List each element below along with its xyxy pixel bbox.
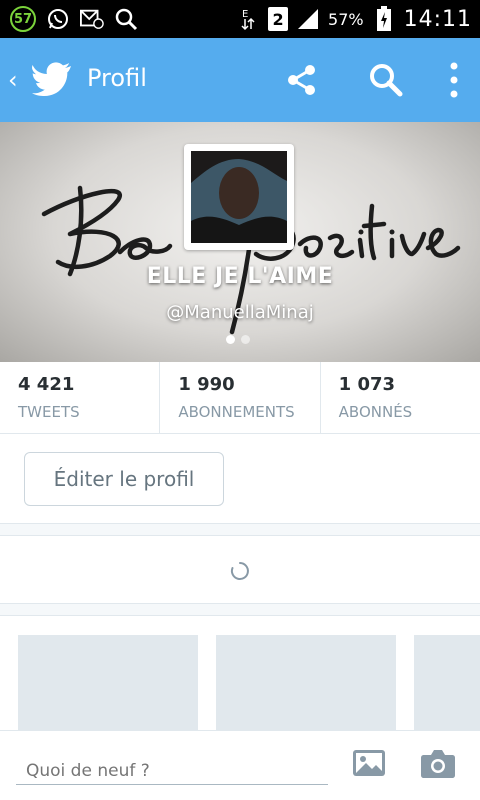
profile-avatar[interactable]: [184, 144, 294, 250]
search-icon: [114, 7, 138, 31]
image-icon: [353, 750, 385, 776]
add-photo-button[interactable]: [352, 749, 386, 779]
status-bar-right: E 2 57% 14:11: [236, 5, 472, 33]
screen: 57 E 2 57% 14:11 ‹ Profil ELLE JE L'AIME…: [0, 0, 480, 800]
loading-card: [0, 536, 480, 604]
stat-count: 1 073: [338, 374, 396, 395]
notification-count-badge: 57: [10, 6, 36, 32]
edit-profile-button[interactable]: Éditer le profil: [24, 452, 224, 506]
battery-charging-icon: [372, 6, 396, 31]
svg-text:E: E: [242, 9, 248, 20]
whatsapp-icon: [46, 7, 70, 31]
profile-name: ELLE JE L'AIME: [146, 264, 334, 289]
stat-label: ABONNEMENTS: [178, 403, 295, 421]
stat-label: ABONNÉS: [338, 403, 413, 421]
stat-following[interactable]: 1 990 ABONNEMENTS: [160, 362, 321, 433]
profile-header-banner: ELLE JE L'AIME @ManuellaMinaj: [0, 122, 480, 362]
sim-slot-indicator: 2: [268, 7, 289, 31]
loading-spinner-icon: [230, 562, 249, 580]
back-chevron-icon[interactable]: ‹: [8, 66, 18, 94]
edit-profile-section: Éditer le profil: [0, 434, 480, 524]
media-gallery: [0, 616, 480, 730]
share-icon: [288, 65, 315, 95]
battery-percent: 57%: [328, 9, 364, 29]
media-thumbnail[interactable]: [414, 635, 480, 730]
email-notification-icon: [80, 7, 104, 31]
status-bar: 57 E 2 57% 14:11: [0, 0, 480, 38]
camera-button[interactable]: [420, 749, 456, 779]
stat-tweets[interactable]: 4 421 TWEETS: [0, 362, 161, 433]
section-divider: [0, 524, 480, 536]
camera-icon: [421, 750, 455, 778]
header-page-indicator[interactable]: [226, 335, 250, 344]
section-divider: [0, 604, 480, 616]
signal-icon: [296, 7, 320, 31]
stat-label: TWEETS: [18, 403, 80, 421]
page-dot[interactable]: [241, 335, 250, 344]
twitter-bird-icon[interactable]: [32, 62, 72, 96]
share-button[interactable]: [286, 64, 318, 96]
status-bar-left: 57: [10, 5, 138, 33]
avatar-photo: [191, 151, 287, 243]
clock: 14:11: [403, 6, 472, 32]
stat-count: 1 990: [178, 374, 235, 395]
data-transfer-icon: E: [236, 7, 260, 31]
app-bar: ‹ Profil: [0, 38, 480, 122]
more-options-button[interactable]: [440, 60, 468, 100]
search-button[interactable]: [368, 62, 404, 98]
compose-input[interactable]: [16, 751, 328, 785]
page-title: Profil: [87, 64, 147, 92]
page-dot-active[interactable]: [226, 335, 235, 344]
stat-followers[interactable]: 1 073 ABONNÉS: [321, 362, 480, 433]
more-vertical-icon: [450, 62, 458, 98]
compose-bar: [0, 730, 480, 800]
profile-stats: 4 421 TWEETS 1 990 ABONNEMENTS 1 073 ABO…: [0, 362, 480, 434]
stat-count: 4 421: [18, 374, 75, 395]
media-thumbnail[interactable]: [216, 635, 396, 730]
media-thumbnail[interactable]: [18, 635, 198, 730]
profile-handle: @ManuellaMinaj: [166, 302, 314, 323]
search-icon: [370, 64, 403, 97]
